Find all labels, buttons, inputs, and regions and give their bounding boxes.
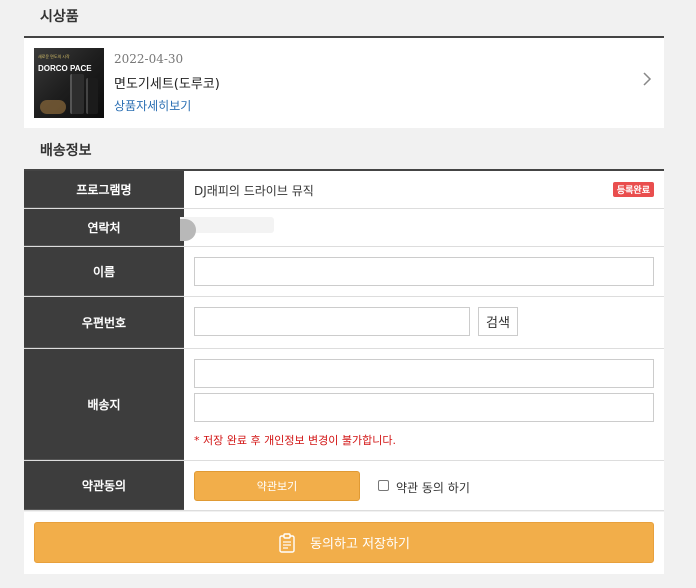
contact-label: 연락처: [24, 209, 184, 246]
prize-thumbnail: 새로운 면도의 시작 DORCO PACE: [34, 48, 104, 118]
terms-label: 약관동의: [24, 461, 184, 510]
chevron-right-icon[interactable]: [642, 70, 652, 91]
thumbnail-decor: [70, 74, 84, 114]
thumbnail-brand: DORCO PACE: [38, 64, 92, 73]
thumbnail-decor: [86, 78, 98, 114]
thumbnail-top-text: 새로운 면도의 시작: [38, 54, 70, 59]
terms-value-cell: 약관보기 약관 동의 하기: [184, 461, 664, 510]
thumbnail-decor: [40, 100, 66, 114]
shipping-form: 프로그램명 DJ래피의 드라이브 뮤직 등록완료 연락처 이름 우편번호 검색 …: [24, 169, 664, 511]
shipping-section-title: 배송정보: [40, 143, 92, 159]
address-line1-input[interactable]: [194, 359, 654, 388]
address-line2-input[interactable]: [194, 393, 654, 422]
name-value-cell: [184, 247, 664, 296]
address-row: 배송지 * 저장 완료 후 개인정보 변경이 불가합니다.: [24, 349, 664, 461]
terms-row: 약관동의 약관보기 약관 동의 하기: [24, 461, 664, 511]
contact-row: 연락처: [24, 209, 664, 247]
contact-value-cell: [180, 209, 664, 246]
prize-section-title: 시상품: [40, 9, 79, 25]
address-value-cell: * 저장 완료 후 개인정보 변경이 불가합니다.: [184, 349, 664, 460]
program-row: 프로그램명 DJ래피의 드라이브 뮤직 등록완료: [24, 171, 664, 209]
zipcode-input[interactable]: [194, 307, 470, 336]
name-input[interactable]: [194, 257, 654, 286]
zipcode-value-cell: 검색: [184, 297, 664, 348]
prize-card[interactable]: 새로운 면도의 시작 DORCO PACE 2022-04-30 면도기세트(도…: [24, 36, 664, 128]
status-badge: 등록완료: [612, 182, 654, 197]
save-area: 동의하고 저장하기: [24, 512, 664, 574]
name-label: 이름: [24, 247, 184, 296]
zipcode-label: 우편번호: [24, 297, 184, 348]
terms-agree-label[interactable]: 약관 동의 하기: [396, 479, 470, 496]
agree-and-save-button[interactable]: 동의하고 저장하기: [34, 522, 654, 563]
save-button-label: 동의하고 저장하기: [310, 537, 410, 552]
program-label: 프로그램명: [24, 171, 184, 208]
prize-date: 2022-04-30: [114, 52, 184, 66]
name-row: 이름: [24, 247, 664, 297]
view-terms-button[interactable]: 약관보기: [194, 471, 360, 501]
contact-mask-handle: [180, 219, 196, 241]
address-notice: * 저장 완료 후 개인정보 변경이 불가합니다.: [194, 434, 397, 447]
program-name: DJ래피의 드라이브 뮤직: [194, 184, 314, 198]
prize-detail-link[interactable]: 상품자세히보기: [114, 97, 191, 114]
zipcode-search-button[interactable]: 검색: [478, 307, 518, 336]
terms-agree-checkbox[interactable]: [378, 480, 389, 491]
zipcode-row: 우편번호 검색: [24, 297, 664, 349]
address-label: 배송지: [24, 349, 184, 460]
clipboard-icon: [278, 532, 296, 553]
program-value-cell: DJ래피의 드라이브 뮤직 등록완료: [184, 171, 664, 208]
prize-name: 면도기세트(도루코): [114, 77, 220, 92]
